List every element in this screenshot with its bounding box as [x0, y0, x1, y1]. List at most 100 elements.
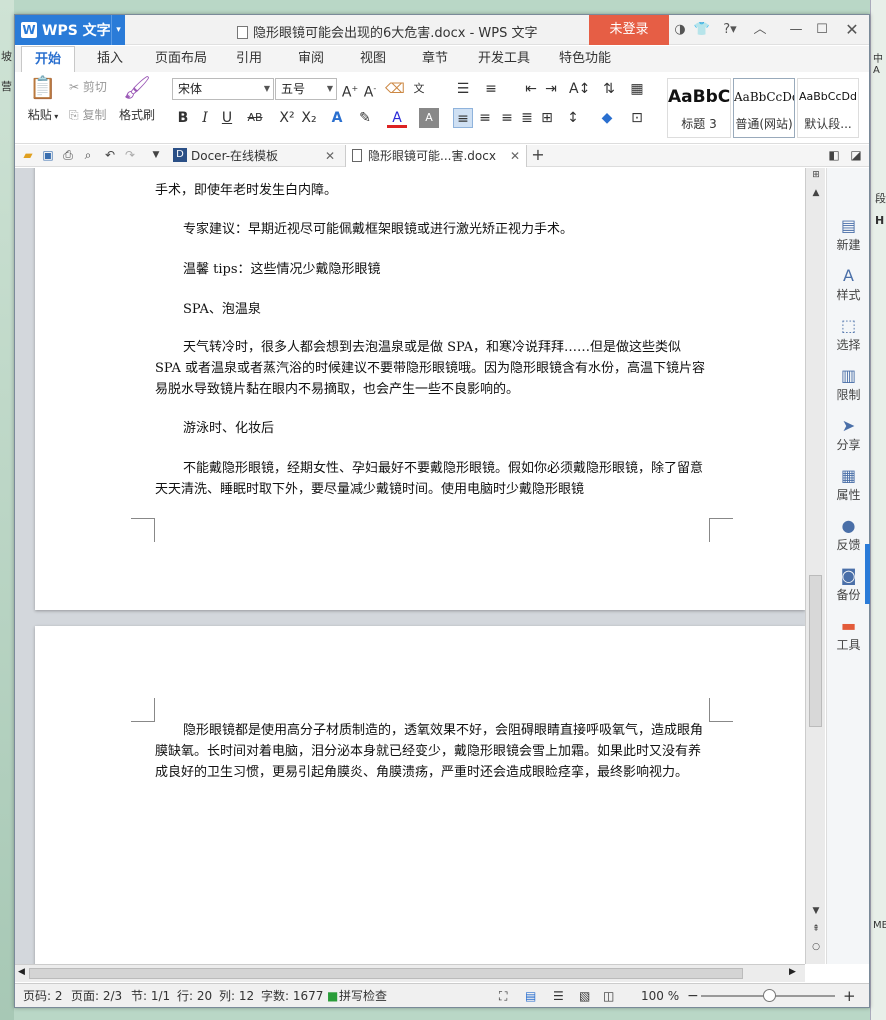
vertical-scrollbar[interactable]: ⊞ ▲ ▼ ⇞ ○ — [805, 168, 825, 964]
shading-icon[interactable]: ◆ — [597, 108, 617, 128]
tab-references[interactable]: 引用 — [225, 46, 273, 72]
side-new[interactable]: ▤ 新建 — [827, 216, 870, 253]
zoom-value[interactable]: 100 % — [641, 984, 679, 1008]
highlight-icon[interactable]: ✎ — [355, 108, 375, 128]
print-preview-icon[interactable]: ⌕ — [81, 148, 95, 162]
scroll-left-icon[interactable]: ◀ — [18, 967, 25, 977]
document-canvas[interactable]: 手术，即使年老时发生白内障。 专家建议：早期近视尽可能佩戴框架眼镜或进行激光矫正… — [15, 168, 805, 964]
tab-page-layout[interactable]: 页面布局 — [145, 46, 217, 72]
panel-expand-handle[interactable] — [865, 544, 870, 604]
format-painter-button[interactable]: 🖌 格式刷 — [119, 76, 155, 123]
style-normal-web[interactable]: AaBbCcDd 普通(网站) — [733, 78, 795, 138]
open-folder-icon[interactable]: ▰ — [21, 148, 35, 162]
zoom-out-icon[interactable]: − — [687, 984, 699, 1008]
chevron-down-icon[interactable]: ▼ — [149, 148, 163, 162]
line-spacing-icon[interactable]: ↕ — [563, 108, 583, 128]
reading-view-icon[interactable]: ▧ — [579, 984, 590, 1008]
side-backup[interactable]: ◙ 备份 — [827, 566, 870, 603]
justify-icon[interactable]: ≣ — [517, 108, 537, 128]
sort-icon[interactable]: ⇅ — [599, 79, 619, 99]
text-effect-icon[interactable]: A — [327, 108, 347, 128]
side-share[interactable]: ➤ 分享 — [827, 416, 870, 453]
page-view-icon[interactable]: ▤ — [525, 984, 536, 1008]
maximize-icon[interactable]: ☐ — [813, 21, 831, 39]
status-word-count[interactable]: 字数: 1677 — [261, 984, 323, 1008]
font-size-select[interactable]: 五号 ▼ — [275, 78, 337, 100]
font-color-icon[interactable]: A — [387, 108, 407, 128]
undo-icon[interactable]: ↶ — [103, 148, 117, 162]
scroll-thumb[interactable] — [29, 968, 743, 979]
font-name-select[interactable]: 宋体 ▼ — [172, 78, 274, 100]
distribute-icon[interactable]: ⊞ — [537, 108, 557, 128]
tab-section[interactable]: 章节 — [411, 46, 459, 72]
horizontal-scrollbar[interactable]: ◀ ▶ — [15, 964, 805, 982]
skin-icon[interactable]: 👕 — [693, 21, 711, 39]
tab-developer[interactable]: 开发工具 — [471, 46, 537, 72]
close-icon[interactable]: ✕ — [510, 145, 520, 167]
tab-review[interactable]: 审阅 — [287, 46, 335, 72]
numbering-icon[interactable]: ≡ — [481, 79, 501, 99]
side-restrict[interactable]: ▥ 限制 — [827, 366, 870, 403]
doc-tab-docer[interactable]: D Docer-在线模板 ✕ — [169, 145, 341, 167]
indent-icon[interactable]: ⇥ — [541, 79, 561, 99]
ruler-toggle-icon[interactable]: ⊞ — [810, 170, 822, 180]
close-icon[interactable]: ✕ — [325, 145, 335, 167]
side-styles[interactable]: A 样式 — [827, 266, 870, 303]
align-right-icon[interactable]: ≡ — [497, 108, 517, 128]
tab-home[interactable]: 开始 — [21, 46, 75, 73]
browse-object-icon[interactable]: ○ — [810, 942, 822, 952]
minimize-icon[interactable]: — — [787, 21, 805, 39]
side-select[interactable]: ⬚ 选择 — [827, 316, 870, 353]
style-default-para[interactable]: AaBbCcDd 默认段... — [797, 78, 859, 138]
borders-icon[interactable]: ⊡ — [627, 108, 647, 128]
side-properties[interactable]: ▦ 属性 — [827, 466, 870, 503]
bullets-icon[interactable]: ☰ — [453, 79, 473, 99]
window-list-icon[interactable]: ◧ — [827, 148, 841, 162]
zoom-slider-knob[interactable] — [763, 989, 776, 1002]
spellcheck-button[interactable]: 拼写检查 — [339, 984, 387, 1008]
scroll-thumb[interactable] — [809, 575, 822, 727]
side-feedback[interactable]: ● 反馈 — [827, 516, 870, 553]
side-tools[interactable]: ▬ 工具 — [827, 616, 870, 653]
tab-special[interactable]: 特色功能 — [547, 46, 623, 72]
underline-icon[interactable]: U — [217, 108, 237, 128]
app-menu-button[interactable]: W WPS 文字 ▾ — [15, 15, 125, 45]
subscript-icon[interactable]: X₂ — [299, 108, 319, 128]
copy-button[interactable]: ⎘ 复制 — [69, 106, 106, 123]
outline-view-icon[interactable]: ☰ — [553, 984, 564, 1008]
redo-icon[interactable]: ↷ — [123, 148, 137, 162]
scroll-right-icon[interactable]: ▶ — [789, 967, 796, 977]
help-icon[interactable]: ?▾ — [719, 21, 741, 39]
strikethrough-icon[interactable]: AB — [243, 108, 267, 128]
tab-view[interactable]: 视图 — [349, 46, 397, 72]
collapse-icon[interactable]: ︿ — [751, 21, 769, 39]
cut-button[interactable]: ✂ 剪切 — [69, 78, 107, 95]
zoom-in-icon[interactable]: + — [843, 984, 856, 1008]
superscript-icon[interactable]: X² — [277, 108, 297, 128]
clear-format-icon[interactable]: ⌫ — [385, 79, 405, 99]
align-center-icon[interactable]: ≡ — [475, 108, 495, 128]
italic-icon[interactable]: I — [195, 108, 215, 128]
doc-tab-active[interactable]: 隐形眼镜可能...害.docx ✕ — [345, 145, 527, 167]
grow-font-icon[interactable]: A+ — [340, 79, 360, 101]
web-view-icon[interactable]: ◫ — [603, 984, 614, 1008]
phonetic-icon[interactable]: 文 — [409, 79, 429, 99]
table-border-icon[interactable]: ▦ — [627, 79, 647, 99]
tab-insert[interactable]: 插入 — [85, 46, 135, 72]
paste-button[interactable]: 📋 粘贴 ▾ — [23, 76, 63, 123]
save-icon[interactable]: ▣ — [41, 148, 55, 162]
style-heading3[interactable]: AaBbC 标题 3 — [667, 78, 731, 138]
settings-icon[interactable]: ◑ — [671, 21, 689, 39]
new-tab-icon[interactable]: + — [531, 147, 545, 163]
login-button[interactable]: 未登录 — [589, 15, 669, 45]
fullscreen-icon[interactable]: ⛶ — [499, 984, 507, 1008]
shrink-font-icon[interactable]: A- — [360, 79, 380, 101]
chevron-down-icon[interactable]: ▾ — [111, 15, 125, 45]
align-left-icon[interactable]: ≡ — [453, 108, 473, 128]
char-shading-icon[interactable]: A — [419, 108, 439, 128]
close-icon[interactable]: ✕ — [843, 21, 861, 39]
scroll-up-icon[interactable]: ▲ — [810, 188, 822, 198]
prev-page-icon[interactable]: ⇞ — [810, 924, 822, 934]
scroll-down-icon[interactable]: ▼ — [810, 906, 822, 916]
text-direction-icon[interactable]: A↕ — [569, 79, 590, 99]
